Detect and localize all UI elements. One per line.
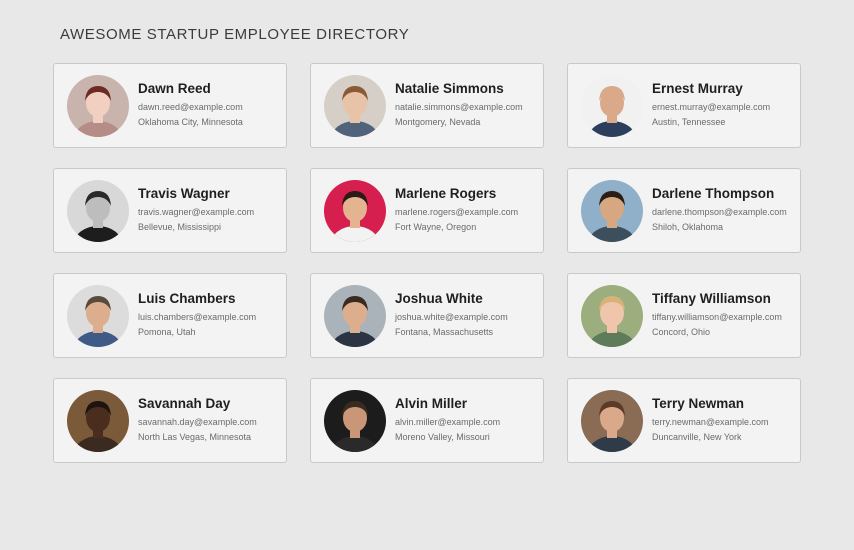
employee-card[interactable]: Dawn Reed dawn.reed@example.com Oklahoma C…: [53, 63, 287, 148]
employee-email: darlene.thompson@example.com: [652, 207, 787, 217]
employee-email: ernest.murray@example.com: [652, 102, 771, 112]
employee-info: Ernest Murray ernest.murray@example.com Au…: [652, 81, 770, 130]
employee-card[interactable]: Joshua White joshua.white@example.com Font…: [310, 273, 544, 358]
employee-location: Moreno Valley, Missouri: [395, 432, 490, 442]
employee-card[interactable]: Terry Newman terry.newman@example.com Dunc…: [567, 378, 801, 463]
employee-name: Darlene Thompson: [652, 186, 775, 201]
employee-email: luis.chambers@example.com: [138, 312, 257, 322]
employee-name: Savannah Day: [138, 396, 231, 411]
employee-info: Travis Wagner travis.wagner@example.com Be…: [138, 186, 254, 235]
employee-email: travis.wagner@example.com: [138, 207, 255, 217]
employee-location: Concord, Ohio: [652, 327, 711, 337]
employee-location: Fort Wayne, Oregon: [395, 222, 477, 232]
employee-email: marlene.rogers@example.com: [395, 207, 519, 217]
employee-info: Tiffany Williamson tiffany.williamson@exa…: [652, 291, 782, 340]
employee-avatar: [67, 284, 129, 347]
employee-card[interactable]: Marlene Rogers marlene.rogers@example.com…: [310, 168, 544, 253]
employee-avatar: [581, 74, 643, 137]
employee-card[interactable]: Darlene Thompson darlene.thompson@example…: [567, 168, 801, 253]
employee-avatar: [67, 179, 129, 242]
employee-card[interactable]: Luis Chambers luis.chambers@example.com Po…: [53, 273, 287, 358]
employee-email: tiffany.williamson@example.com: [652, 312, 782, 322]
employee-info: Natalie Simmons natalie.simmons@example.c…: [395, 81, 523, 130]
employee-info: Savannah Day savannah.day@example.com Nort…: [138, 396, 257, 445]
employee-card[interactable]: Savannah Day savannah.day@example.com Nort…: [53, 378, 287, 463]
employee-location: Montgomery, Nevada: [395, 117, 481, 127]
employee-location: North Las Vegas, Minnesota: [138, 432, 252, 442]
employee-grid: Dawn Reed dawn.reed@example.com Oklahoma C…: [53, 63, 801, 463]
employee-card[interactable]: Tiffany Williamson tiffany.williamson@exa…: [567, 273, 801, 358]
employee-location: Oklahoma City, Minnesota: [138, 117, 243, 127]
employee-avatar: [324, 179, 386, 242]
employee-email: alvin.miller@example.com: [395, 417, 501, 427]
employee-avatar: [324, 389, 386, 452]
employee-avatar: [581, 389, 643, 452]
employee-name: Alvin Miller: [395, 396, 468, 411]
employee-name: Travis Wagner: [138, 186, 230, 201]
employee-location: Austin, Tennessee: [652, 117, 726, 127]
employee-name: Joshua White: [395, 291, 483, 306]
employee-name: Luis Chambers: [138, 291, 236, 306]
employee-avatar: [67, 74, 129, 137]
employee-name: Dawn Reed: [138, 81, 211, 96]
employee-location: Bellevue, Mississippi: [138, 222, 222, 232]
employee-info: Luis Chambers luis.chambers@example.com Po…: [138, 291, 256, 340]
employee-email: dawn.reed@example.com: [138, 102, 243, 112]
page-title: AWESOME STARTUP EMPLOYEE DIRECTORY: [60, 26, 410, 43]
employee-name: Marlene Rogers: [395, 186, 497, 201]
employee-email: savannah.day@example.com: [138, 417, 257, 427]
employee-location: Fontana, Massachusetts: [395, 327, 494, 337]
employee-location: Pomona, Utah: [138, 327, 196, 337]
employee-avatar: [324, 74, 386, 137]
employee-avatar: [67, 389, 129, 452]
employee-info: Darlene Thompson darlene.thompson@example…: [652, 186, 787, 235]
employee-avatar: [324, 284, 386, 347]
employee-info: Terry Newman terry.newman@example.com Dunc…: [652, 396, 769, 445]
employee-email: natalie.simmons@example.com: [395, 102, 523, 112]
employee-name: Natalie Simmons: [395, 81, 504, 96]
employee-name: Tiffany Williamson: [652, 291, 771, 306]
employee-avatar: [581, 179, 643, 242]
employee-info: Marlene Rogers marlene.rogers@example.com…: [395, 186, 518, 235]
employee-email: terry.newman@example.com: [652, 417, 769, 427]
employee-card[interactable]: Travis Wagner travis.wagner@example.com Be…: [53, 168, 287, 253]
employee-info: Joshua White joshua.white@example.com Font…: [395, 291, 508, 340]
employee-name: Terry Newman: [652, 396, 745, 411]
employee-avatar: [581, 284, 643, 347]
employee-location: Shiloh, Oklahoma: [652, 222, 724, 232]
employee-card[interactable]: Ernest Murray ernest.murray@example.com Au…: [567, 63, 801, 148]
employee-card[interactable]: Natalie Simmons natalie.simmons@example.c…: [310, 63, 544, 148]
employee-email: joshua.white@example.com: [395, 312, 508, 322]
employee-card[interactable]: Alvin Miller alvin.miller@example.com More…: [310, 378, 544, 463]
employee-name: Ernest Murray: [652, 81, 743, 96]
employee-location: Duncanville, New York: [652, 432, 742, 442]
employee-info: Alvin Miller alvin.miller@example.com More…: [395, 396, 500, 445]
employee-info: Dawn Reed dawn.reed@example.com Oklahoma C…: [138, 81, 243, 130]
